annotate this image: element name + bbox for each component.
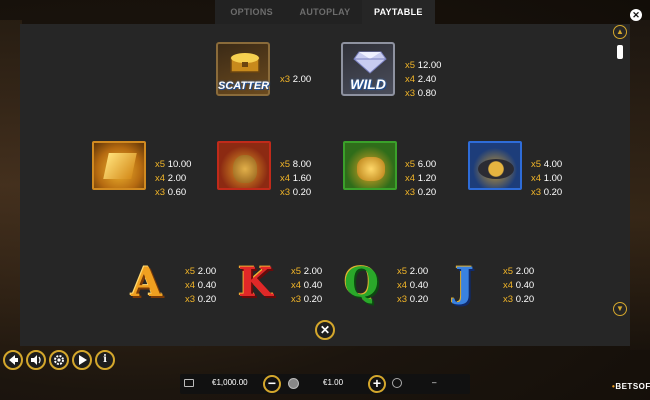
play-icon (79, 355, 87, 365)
gear-icon (54, 355, 64, 365)
money-sack-icon (233, 155, 257, 183)
win-badge-icon (392, 378, 402, 388)
tab-bar: OPTIONS AUTOPLAY PAYTABLE (215, 0, 435, 24)
gold-pan-pays: x5 4.00 x4 1.00 x3 0.20 (531, 159, 563, 198)
wild-label: WILD (350, 76, 386, 92)
gold-bars-symbol (92, 141, 146, 190)
info-button[interactable]: i (95, 350, 115, 370)
wild-symbol: WILD (341, 42, 395, 96)
tab-paytable[interactable]: PAYTABLE (361, 0, 435, 24)
jack-symbol: J (455, 259, 474, 306)
pay-row: x3 2.00 (280, 74, 312, 85)
background-right (630, 20, 650, 350)
diamond-icon (353, 51, 387, 74)
scrollbar-thumb[interactable] (617, 45, 623, 59)
gold-pan-icon (478, 159, 514, 179)
treasure-chest-icon (230, 53, 260, 73)
gold-bars-icon (103, 153, 137, 179)
wild-pays: x5 12.00 x4 2.40 x3 0.80 (405, 60, 442, 99)
ace-pays: x5 2.00 x4 0.40 x3 0.20 (185, 266, 217, 305)
tab-autoplay[interactable]: AUTOPLAY (288, 0, 362, 24)
close-icon: ✕ (319, 323, 331, 337)
gold-sack-pays: x5 8.00 x4 1.60 x3 0.20 (280, 159, 312, 198)
gold-pan-symbol (468, 141, 522, 190)
back-arrow-icon (9, 355, 18, 365)
increase-bet-button[interactable]: + (368, 375, 386, 393)
gold-nuggets-symbol (343, 141, 397, 190)
gold-sack-symbol (217, 141, 271, 190)
gold-nuggets-pays: x5 6.00 x4 1.20 x3 0.20 (405, 159, 437, 198)
gold-bars-pays: x5 10.00 x4 2.00 x3 0.60 (155, 159, 192, 198)
close-menu-button[interactable]: ✕ (630, 9, 642, 21)
scroll-up-button[interactable]: ▲ (613, 25, 627, 39)
jack-pays: x5 2.00 x4 0.40 x3 0.20 (503, 266, 535, 305)
tab-options[interactable]: OPTIONS (215, 0, 289, 24)
coins-icon (288, 378, 299, 389)
queen-symbol: Q (344, 259, 379, 306)
decrease-bet-button[interactable]: − (263, 375, 281, 393)
scatter-pays: x3 2.00 (280, 73, 311, 87)
sound-button[interactable] (26, 350, 46, 370)
speaker-icon (31, 355, 41, 365)
gold-nuggets-icon (357, 157, 385, 181)
back-button[interactable] (3, 350, 23, 370)
play-button[interactable] (72, 350, 92, 370)
settings-button[interactable] (49, 350, 69, 370)
close-paytable-button[interactable]: ✕ (315, 320, 335, 340)
king-pays: x5 2.00 x4 0.40 x3 0.20 (291, 266, 323, 305)
betsoft-logo: •BETSOFT (612, 382, 650, 391)
scatter-label: SCATTER (218, 80, 270, 92)
scroll-down-button[interactable]: ▼ (613, 302, 627, 316)
balance-value: €1,000.00 (212, 378, 248, 387)
close-icon: ✕ (632, 10, 640, 20)
background-left (0, 20, 22, 350)
win-value: – (432, 378, 437, 387)
info-icon: i (103, 354, 107, 365)
queen-pays: x5 2.00 x4 0.40 x3 0.20 (397, 266, 429, 305)
scatter-symbol: SCATTER (216, 42, 270, 96)
ace-symbol: A (131, 259, 163, 306)
wallet-icon (184, 379, 194, 387)
game-window: OPTIONS AUTOPLAY PAYTABLE ✕ ▲ ▼ SCATTER … (0, 0, 650, 400)
bet-value: €1.00 (323, 378, 344, 387)
king-symbol: K (238, 259, 273, 306)
